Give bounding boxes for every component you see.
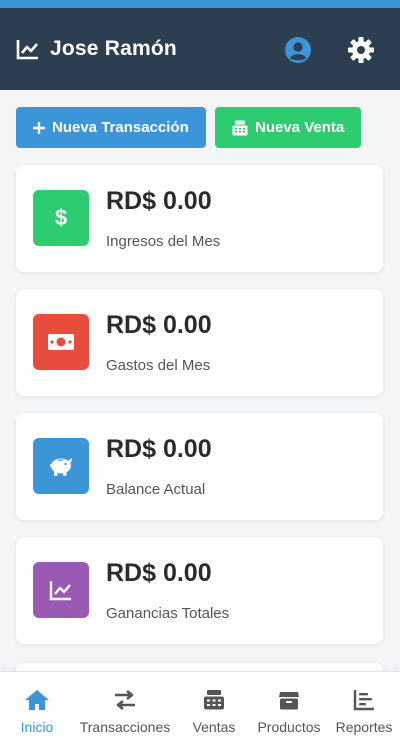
cash-register-icon — [231, 120, 249, 136]
stat-label: Ganancias Totales — [106, 605, 230, 622]
new-transaction-button[interactable]: Nueva Transacción — [16, 107, 206, 148]
bottom-navigation: Inicio Transacciones Ventas Productos Re… — [0, 671, 400, 751]
stat-amount: RD$ 0.00 — [106, 435, 212, 463]
stat-amount: RD$ 0.00 — [106, 187, 212, 215]
nav-item-ventas[interactable]: Ventas — [190, 672, 238, 751]
nav-label: Productos — [257, 719, 321, 735]
action-buttons: Nueva Transacción Nueva Venta — [16, 107, 361, 148]
stat-card-balance: RD$ 0.00 Balance Actual — [16, 413, 383, 520]
gear-icon[interactable] — [347, 36, 375, 64]
stat-card-profits: RD$ 0.00 Ganancias Totales — [16, 537, 383, 644]
money-bill-icon — [33, 314, 89, 370]
svg-text:$: $ — [55, 205, 67, 230]
nav-label: Reportes — [335, 719, 393, 735]
user-circle-icon[interactable] — [284, 36, 312, 64]
nav-item-productos[interactable]: Productos — [254, 672, 324, 751]
nav-item-transacciones[interactable]: Transacciones — [78, 672, 172, 751]
top-accent-bar — [0, 0, 400, 8]
nav-label: Ventas — [192, 719, 236, 735]
chart-line-icon — [16, 37, 40, 61]
dollar-icon: $ — [33, 190, 89, 246]
nav-label: Transacciones — [79, 719, 171, 735]
piggy-bank-icon — [33, 438, 89, 494]
stat-label: Ingresos del Mes — [106, 233, 221, 250]
nav-item-inicio[interactable]: Inicio — [16, 672, 58, 751]
plus-icon — [32, 121, 46, 135]
new-transaction-label: Nueva Transacción — [52, 119, 189, 136]
new-sale-label: Nueva Venta — [255, 119, 345, 136]
home-icon — [24, 688, 50, 712]
stat-card-expenses: RD$ 0.00 Gastos del Mes — [16, 289, 383, 396]
exchange-icon — [113, 688, 137, 712]
box-icon — [278, 688, 300, 712]
stat-label: Balance Actual — [106, 481, 206, 498]
stat-label: Gastos del Mes — [106, 357, 211, 374]
chart-line-icon — [33, 562, 89, 618]
stat-amount: RD$ 0.00 — [106, 559, 212, 587]
chart-bar-icon — [353, 688, 375, 712]
nav-label: Inicio — [20, 719, 54, 735]
nav-item-reportes[interactable]: Reportes — [333, 672, 395, 751]
stat-amount: RD$ 0.00 — [106, 311, 212, 339]
new-sale-button[interactable]: Nueva Venta — [215, 107, 361, 148]
stat-card-income: $ RD$ 0.00 Ingresos del Mes — [16, 165, 383, 272]
page-title: Jose Ramón — [50, 37, 177, 60]
app-header: Jose Ramón — [0, 8, 400, 90]
cash-register-icon — [202, 688, 226, 712]
